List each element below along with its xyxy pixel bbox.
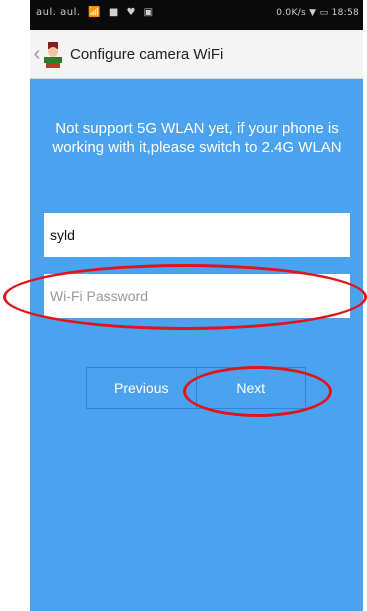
- network-speed: 0.0K/s: [276, 8, 306, 18]
- image-icon: ■: [108, 7, 119, 18]
- wlan-notice: Not support 5G WLAN yet, if your phone i…: [52, 120, 342, 156]
- heart-icon: ♥: [126, 7, 136, 18]
- clock: 18:58: [331, 8, 359, 18]
- status-bar: aul. aul. 📶 ■ ♥ ▣ 0.0K/s ▼ ▭ 18:58: [30, 0, 363, 30]
- status-left: aul. aul. 📶 ■ ♥ ▣: [36, 7, 154, 18]
- status-right: 0.0K/s ▼ ▭ 18:58: [276, 8, 359, 18]
- nav-buttons: Previous Next: [86, 367, 306, 409]
- phone-screen: aul. aul. 📶 ■ ♥ ▣ 0.0K/s ▼ ▭ 18:58 ‹ Con…: [30, 0, 363, 611]
- signal-text: aul. aul.: [36, 7, 81, 18]
- title-bar: ‹ Configure camera WiFi: [30, 30, 363, 79]
- wifi-status-icon: ▼: [309, 8, 317, 18]
- ssid-input[interactable]: [44, 213, 350, 257]
- previous-button[interactable]: Previous: [87, 368, 196, 408]
- wifi-icon: 📶: [88, 7, 102, 18]
- page-title: Configure camera WiFi: [70, 46, 224, 63]
- battery-icon: ▭: [319, 8, 329, 18]
- wifi-password-input[interactable]: [44, 274, 350, 318]
- camera-app-icon: [42, 42, 64, 68]
- app-icon: ▣: [143, 7, 154, 18]
- wifi-config-panel: Not support 5G WLAN yet, if your phone i…: [30, 79, 363, 611]
- next-button[interactable]: Next: [195, 368, 306, 408]
